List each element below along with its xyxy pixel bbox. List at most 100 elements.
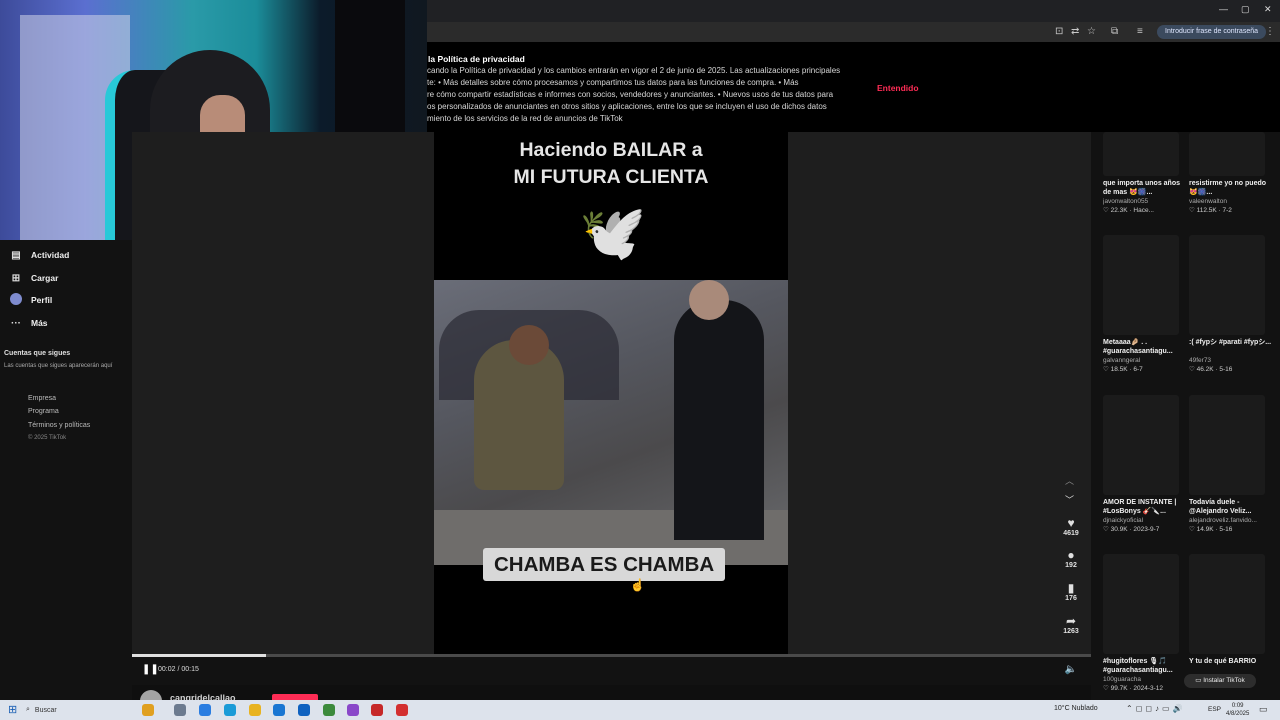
pause-icon[interactable]: ❚❚ bbox=[142, 664, 159, 675]
extensions-icon[interactable]: ⧉ bbox=[1111, 26, 1118, 37]
video-card[interactable]: Y tu de qué BARRIO ♡ 5329 · 5-7 bbox=[1189, 554, 1273, 684]
following-text: Las cuentas que sigues aparecerán aquí bbox=[4, 363, 113, 369]
language-indicator[interactable]: ESP bbox=[1208, 706, 1221, 713]
share-count: 1263 bbox=[1063, 628, 1079, 635]
card-user: 49fer73 bbox=[1189, 357, 1212, 364]
obs-icon[interactable] bbox=[371, 704, 383, 716]
privacy-banner: la Política de privacidad cando la Polít… bbox=[427, 42, 1280, 132]
previous-video-icon[interactable]: ︿ bbox=[1065, 474, 1074, 487]
task-view-icon[interactable] bbox=[174, 704, 186, 716]
card-user: djnaickyoficial bbox=[1103, 517, 1144, 524]
browser-toolbar: ⊡ ⇄ ☆ ⧉ ≡ Introducir frase de contraseña… bbox=[427, 22, 1280, 42]
sidebar-icon[interactable]: ≡ bbox=[1137, 26, 1143, 37]
comment-count: 192 bbox=[1065, 562, 1077, 569]
footer-link[interactable]: Empresa bbox=[28, 395, 56, 402]
video-card[interactable]: :( #fypシ #parati #fypシ... 49fer73 ♡ 46.2… bbox=[1189, 235, 1273, 374]
sidebar-item-perfil[interactable]: Perfil bbox=[10, 292, 52, 308]
like-button[interactable]: ♥ 4619 bbox=[1060, 516, 1082, 537]
video-card[interactable]: AMOR DE INSTANTE | #LosBonys 🎸🔪... djnai… bbox=[1103, 395, 1187, 534]
app-icon[interactable] bbox=[347, 704, 359, 716]
sidebar-item-cargar[interactable]: ⊞ Cargar bbox=[10, 270, 59, 286]
video-player[interactable]: Haciendo BAILAR a MI FUTURA CLIENTA 🕊️ C… bbox=[434, 132, 788, 654]
save-count: 176 bbox=[1065, 595, 1077, 602]
clock-date: 4/8/2025 bbox=[1226, 711, 1250, 717]
avatar[interactable] bbox=[140, 690, 162, 700]
maximize-icon[interactable]: ▢ bbox=[1241, 4, 1250, 15]
card-title: :( #fypシ #parati #fypシ... bbox=[1189, 339, 1272, 346]
comment-button[interactable]: ● 192 bbox=[1060, 548, 1082, 569]
windows-taskbar: ⊞ ⌕ Buscar 10°C Nublado ⌃◻◻♪▭🔊 ESP 0:09 … bbox=[0, 700, 1280, 720]
sidebar-item-label: Cargar bbox=[31, 273, 59, 283]
save-button[interactable]: ▮ 176 bbox=[1060, 581, 1082, 602]
share-button[interactable]: ➦ 1263 bbox=[1060, 614, 1082, 635]
video-card[interactable]: #hugitoflores 🎙🎵 #guarachasantiagu... 10… bbox=[1103, 554, 1187, 693]
chrome-icon[interactable] bbox=[323, 704, 335, 716]
password-pill[interactable]: Introducir frase de contraseña bbox=[1157, 25, 1266, 39]
clock-time: 0:09 bbox=[1231, 703, 1244, 709]
menu-icon[interactable]: ⋮ bbox=[1265, 26, 1275, 37]
record-icon[interactable] bbox=[396, 704, 408, 716]
dove-emoji: 🕊️ bbox=[579, 203, 647, 263]
copilot-icon[interactable] bbox=[199, 704, 211, 716]
notifications-icon[interactable]: ▭ bbox=[1259, 704, 1268, 715]
windows-start-icon[interactable]: ⊞ bbox=[8, 703, 17, 716]
taskbar-clock[interactable]: 0:09 4/8/2025 bbox=[1226, 702, 1249, 718]
video-card[interactable]: Todavía duele - @Alejandro Veliz... alej… bbox=[1189, 395, 1273, 534]
taskbar-search-label: Buscar bbox=[34, 706, 57, 714]
star-icon[interactable]: ☆ bbox=[1087, 26, 1096, 37]
card-user: galvanngeral bbox=[1103, 357, 1141, 364]
card-title: Metaaaa🤌🏼 . . #guarachasantiagu... bbox=[1103, 339, 1173, 355]
following-title: Cuentas que sigues bbox=[4, 350, 71, 357]
scene-man-head bbox=[689, 280, 729, 320]
upload-icon: ⊞ bbox=[11, 272, 21, 284]
card-meta: ♡ 22.3K · Hace... bbox=[1103, 207, 1154, 214]
sidebar: ▤ Actividad ⊞ Cargar Perfil ··· Más Cuen… bbox=[0, 240, 132, 700]
card-user: javonwalton055 bbox=[1103, 198, 1149, 205]
scene-man bbox=[674, 300, 764, 540]
next-video-icon[interactable]: ﹀ bbox=[1065, 493, 1074, 506]
install-app-icon[interactable]: ⊡ bbox=[1055, 26, 1063, 37]
video-card[interactable]: Metaaaa🤌🏼 . . #guarachasantiagu... galva… bbox=[1103, 235, 1187, 374]
sidebar-item-actividad[interactable]: ▤ Actividad bbox=[10, 247, 69, 263]
volume-icon[interactable]: 🔈 bbox=[1065, 664, 1077, 675]
footer-link[interactable]: Términos y políticas bbox=[28, 422, 90, 429]
privacy-title: la Política de privacidad bbox=[428, 54, 525, 64]
taskbar-search[interactable]: ⌕ Buscar bbox=[26, 703, 126, 717]
install-label: Instalar TikTok bbox=[1203, 677, 1245, 684]
weather-text[interactable]: 10°C Nublado bbox=[1054, 705, 1098, 712]
footer-link[interactable]: Programa bbox=[28, 408, 59, 415]
store-icon[interactable] bbox=[273, 704, 285, 716]
video-card[interactable]: resistirme yo no puedo 😻🎆... valeenwalto… bbox=[1189, 132, 1273, 215]
edge-icon[interactable] bbox=[224, 704, 236, 716]
card-title: #hugitoflores 🎙🎵 #guarachasantiagu... bbox=[1103, 658, 1173, 674]
card-user: valeenwalton bbox=[1189, 198, 1227, 205]
video-caption-bottom: CHAMBA ES CHAMBA bbox=[483, 548, 726, 581]
video-stage-right bbox=[788, 132, 1091, 654]
card-meta: ♡ 30.9K · 2023-9-7 bbox=[1103, 526, 1160, 533]
card-user: alejandroveliz.fanvido... bbox=[1189, 517, 1257, 524]
video-thumbnail bbox=[1189, 554, 1265, 654]
translate-icon[interactable]: ⇄ bbox=[1071, 26, 1079, 37]
monitor-icon: ▭ bbox=[1195, 677, 1204, 684]
share-icon: ➦ bbox=[1065, 614, 1077, 628]
video-stage-left bbox=[132, 132, 434, 654]
privacy-accept-button[interactable]: Entendido bbox=[877, 83, 919, 93]
install-tiktok-button[interactable]: ▭ Instalar TikTok bbox=[1184, 674, 1256, 688]
sidebar-item-mas[interactable]: ··· Más bbox=[10, 315, 48, 331]
video-time: 00:02 / 00:15 bbox=[158, 666, 199, 673]
video-scene bbox=[434, 280, 788, 565]
system-tray-icons[interactable]: ⌃◻◻♪▭🔊 bbox=[1126, 704, 1186, 713]
author-name[interactable]: cangridelcallao bbox=[170, 693, 236, 700]
heart-icon: ♥ bbox=[1067, 516, 1075, 530]
weather-widget-icon[interactable] bbox=[142, 704, 154, 716]
comment-icon: ● bbox=[1067, 548, 1075, 562]
card-title: Y tu de qué BARRIO bbox=[1189, 658, 1257, 665]
sidebar-item-label: Perfil bbox=[31, 295, 53, 305]
player-controls: ❚❚ 00:02 / 00:15 🔈 bbox=[132, 657, 1091, 685]
outlook-icon[interactable] bbox=[298, 704, 310, 716]
video-card[interactable]: que importa unos años de mas 😻🎆... javon… bbox=[1103, 132, 1187, 215]
close-icon[interactable]: ✕ bbox=[1264, 4, 1272, 15]
privacy-line: re cómo compartir estadísticas e informe… bbox=[427, 90, 834, 99]
minimize-icon[interactable]: — bbox=[1219, 4, 1228, 14]
file-explorer-icon[interactable] bbox=[249, 704, 261, 716]
